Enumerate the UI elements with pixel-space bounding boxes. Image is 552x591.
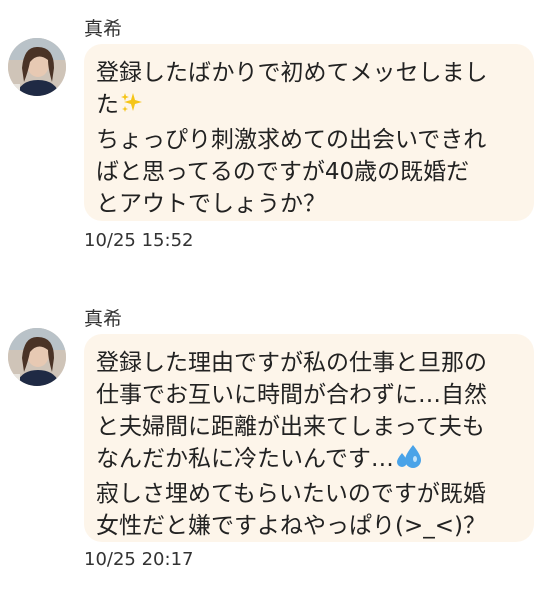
chat-thread: 真希 登録したばかりで初めてメッセしまし た ちょっぴり刺激求めての出会いできれ… (0, 0, 552, 591)
message-bubble[interactable]: 登録した理由ですが私の仕事と旦那の 仕事でお互いに時間が合わずに…自然 と夫婦間… (84, 334, 534, 542)
message-timestamp: 10/25 20:17 (84, 549, 194, 570)
message-timestamp: 10/25 15:52 (84, 230, 194, 251)
message-line-text: た (96, 92, 119, 118)
message-line: た (96, 89, 524, 124)
message-line: なんだか私に冷たいんです… (96, 443, 524, 478)
avatar[interactable] (8, 38, 66, 96)
message-line: ちょっぴり刺激求めての出会いできれ (96, 127, 487, 153)
message-line: と夫婦間に距離が出来てしまって夫も (96, 414, 485, 440)
sender-name: 真希 (84, 18, 123, 40)
sender-name: 真希 (84, 308, 123, 330)
avatar-photo (8, 38, 66, 96)
message-line: 寂しさ埋めてもらいたいのですが既婚 (96, 481, 486, 507)
avatar-photo (8, 328, 66, 386)
message-line-text: なんだか私に冷たいんです… (96, 446, 394, 472)
message-line: ばと思ってるのですが40歳の既婚だ (96, 159, 470, 185)
message-line: 登録したばかりで初めてメッセしまし (96, 60, 488, 86)
sparkles-icon (120, 91, 144, 124)
message-bubble[interactable]: 登録したばかりで初めてメッセしまし た ちょっぴり刺激求めての出会いできれ ばと… (84, 44, 534, 221)
message-line: とアウトでしょうか？ (96, 191, 326, 217)
message-line: 登録した理由ですが私の仕事と旦那の (96, 350, 487, 376)
message-line: 女性だと嫌ですよねやっぱり(>_<)？ (96, 513, 486, 539)
sweat-droplets-icon (395, 443, 423, 478)
message-line: 仕事でお互いに時間が合わずに…自然 (96, 382, 487, 408)
avatar[interactable] (8, 328, 66, 386)
